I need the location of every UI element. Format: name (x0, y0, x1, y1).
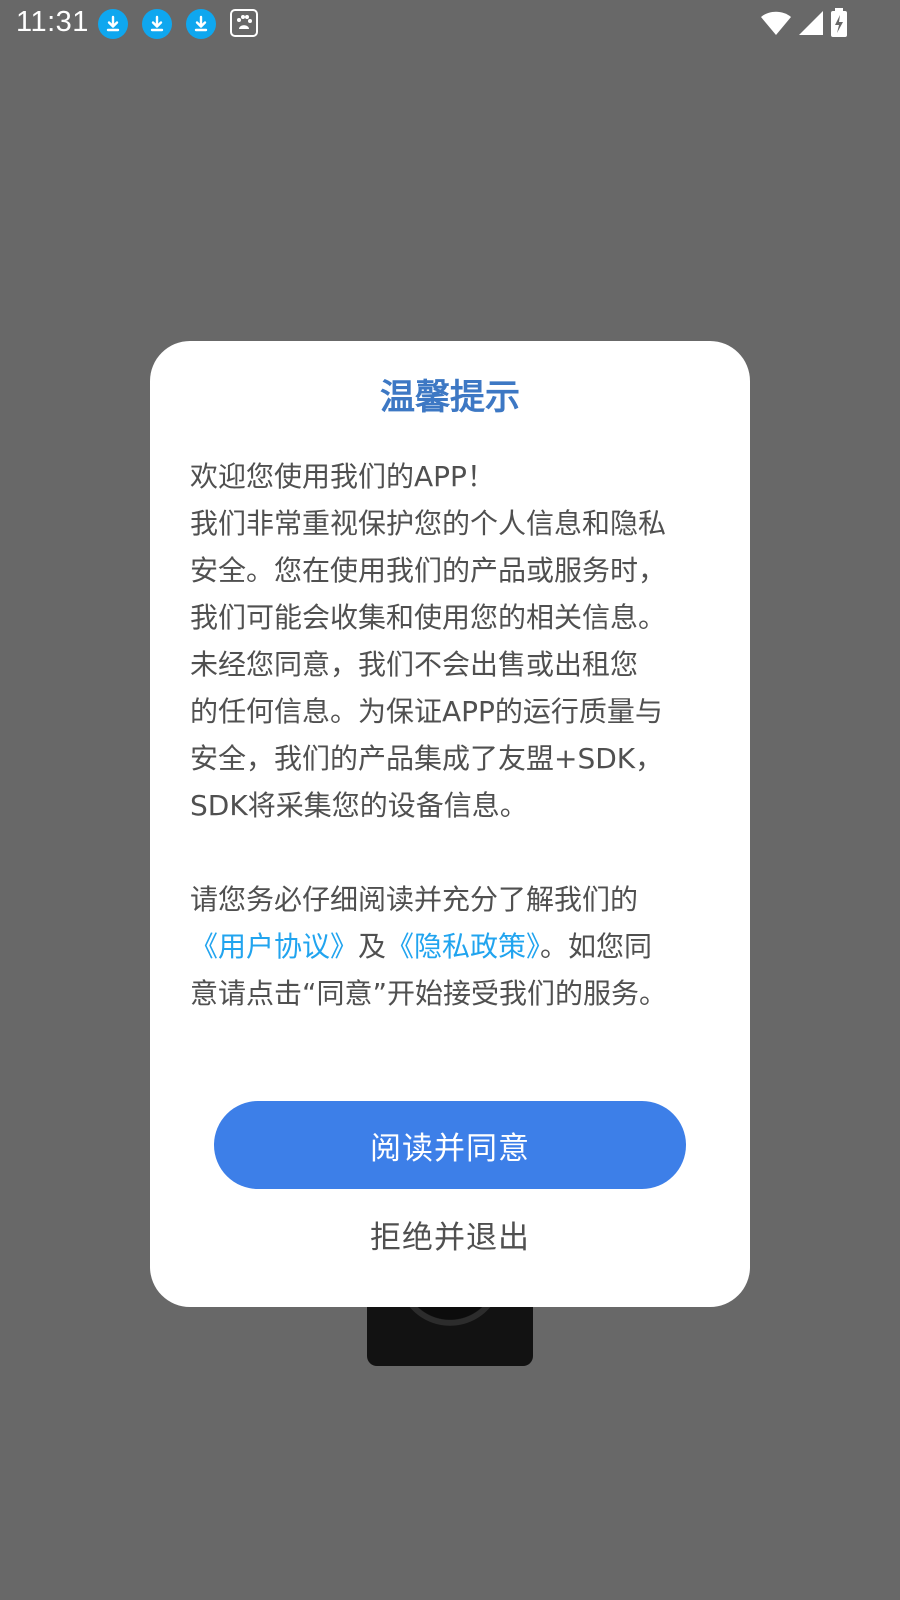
body-line: 的任何信息。为保证APP的运行质量与 (190, 695, 663, 728)
system-icons (760, 8, 848, 42)
body-line: 欢迎您使用我们的APP！ (190, 460, 495, 493)
agree-button[interactable]: 阅读并同意 (214, 1101, 686, 1189)
privacy-policy-link[interactable]: 《隐私政策》 (386, 930, 540, 963)
notification-icons (98, 9, 258, 39)
body-line: 我们非常重视保护您的个人信息和隐私 (190, 507, 667, 540)
privacy-dialog: 温馨提示 欢迎您使用我们的APP！ 我们非常重视保护您的个人信息和隐私 安全。您… (150, 341, 750, 1307)
download-icon (98, 9, 128, 39)
body-line: 请您务必仔细阅读并充分了解我们的 (190, 883, 639, 916)
body-line: 安全，我们的产品集成了友盟+SDK， (190, 742, 664, 775)
body-line: 我们可能会收集和使用您的相关信息。 (190, 601, 667, 634)
dialog-title: 温馨提示 (379, 378, 520, 418)
body-line: 未经您同意，我们不会出售或出租您 (190, 648, 639, 681)
status-time: 11:31 (16, 6, 89, 38)
body-line-tail: 。如您同 (540, 930, 653, 963)
dialog-body: 欢迎您使用我们的APP！ 我们非常重视保护您的个人信息和隐私 安全。您在使用我们… (190, 453, 710, 1017)
body-line: 安全。您在使用我们的产品或服务时， (190, 554, 667, 587)
reject-button[interactable]: 拒绝并退出 (214, 1209, 686, 1259)
download-icon (186, 9, 216, 39)
baidu-app-icon (230, 9, 258, 37)
wifi-icon (760, 10, 792, 40)
body-line: SDK将采集您的设备信息。 (190, 789, 528, 822)
download-icon (142, 9, 172, 39)
cell-signal-icon (798, 10, 824, 40)
body-line: 意请点击“同意”开始接受我们的服务。 (190, 977, 668, 1010)
status-bar: 11:31 (0, 0, 900, 48)
and-text: 及 (358, 930, 387, 963)
user-agreement-link[interactable]: 《用户协议》 (190, 930, 358, 963)
battery-charging-icon (830, 8, 848, 42)
body-line-links: 《用户协议》及《隐私政策》。如您同 (190, 923, 710, 970)
